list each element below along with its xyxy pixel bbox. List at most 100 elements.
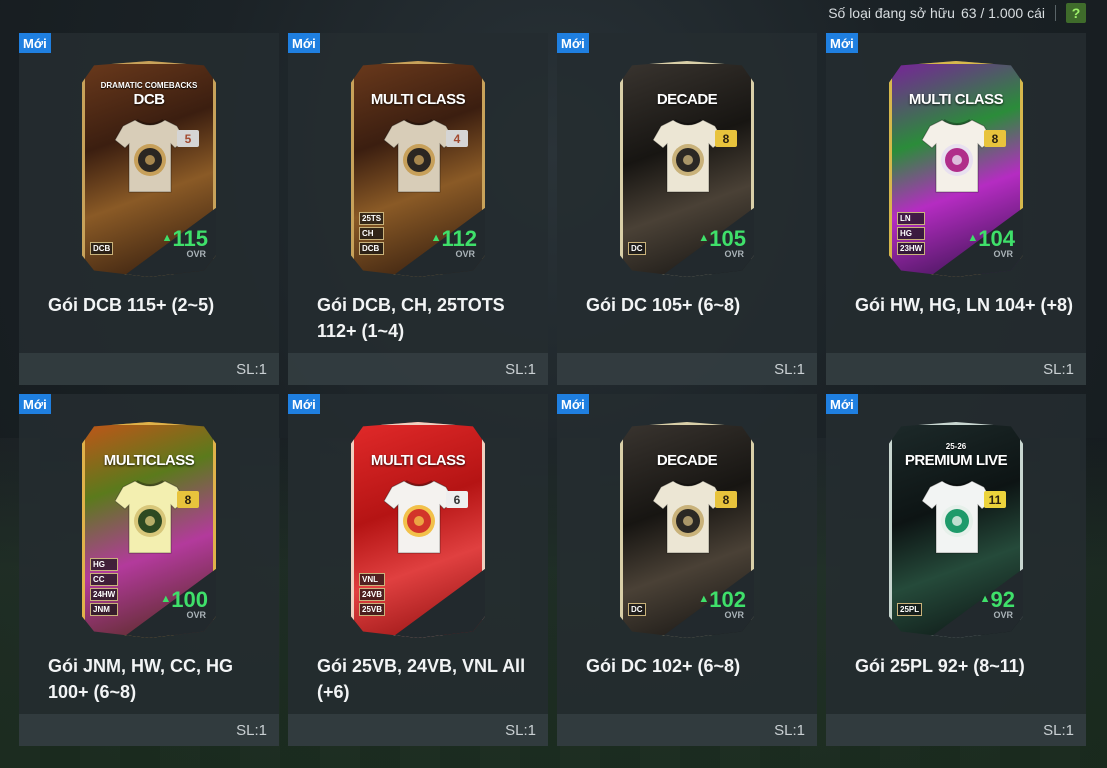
new-badge: Mới [826, 33, 858, 53]
card-corner-shade [391, 568, 485, 638]
card-class-label: DECADE [656, 91, 718, 108]
pack-tile[interactable]: Mới MULTI CLASS 6 VNL24VB25VB ▲ Gói 25VB… [288, 394, 548, 746]
owned-types-label: Số loại đang sở hữu [828, 5, 955, 21]
pack-quantity: SL:1 [1043, 721, 1074, 739]
ovr-label: OVR [724, 610, 744, 620]
tile-footer: SL:1 [557, 714, 817, 746]
divider [1055, 5, 1056, 21]
card-class-label: MULTI CLASS [908, 91, 1004, 108]
pack-title: Gói HW, HG, LN 104+ (+8) [855, 295, 1074, 315]
card-tag: CH [359, 227, 385, 240]
card-tags: DCB [90, 242, 114, 255]
player-card-art: MULTI CLASS 6 VNL24VB25VB ▲ [351, 422, 485, 638]
ovr-number: 104 [978, 226, 1015, 251]
shirt-icon [922, 480, 992, 554]
grade-badge: 8 [715, 491, 737, 508]
inventory-status-bar: Số loại đang sở hữu 63 / 1.000 cái ? [0, 0, 1107, 26]
pack-quantity: SL:1 [505, 360, 536, 378]
shirt-icon [653, 480, 723, 554]
tile-footer: SL:1 [288, 353, 548, 385]
card-tag: 23HW [897, 242, 926, 255]
pack-tile[interactable]: Mới 25-26 PREMIUM LIVE 11 25PL ▲92 OVR G… [826, 394, 1086, 746]
pack-title: Gói DCB 115+ (2~5) [48, 295, 215, 315]
shirt-icon [384, 480, 454, 554]
shirt-icon [115, 119, 185, 193]
tile-footer: SL:1 [19, 714, 279, 746]
tile-footer: SL:1 [19, 353, 279, 385]
new-badge: Mới [826, 394, 858, 414]
up-arrow-icon: ▲ [161, 232, 173, 244]
ovr-number: 92 [990, 587, 1015, 612]
pack-tile[interactable]: Mới MULTI CLASS 4 25TS CH DCB ▲112 OVR Gói… [288, 33, 548, 385]
pack-tile[interactable]: Mới DECADE 8 DC ▲102 OVR Gói DC 102+ (6~… [557, 394, 817, 746]
player-card-art: 25-26 PREMIUM LIVE 11 25PL ▲92 OVR [889, 422, 1023, 638]
card-class-label: MULTI CLASS [370, 452, 466, 469]
pack-quantity: SL:1 [774, 360, 805, 378]
card-class-label: MULTI CLASS [370, 91, 466, 108]
grade-badge: 11 [984, 491, 1006, 508]
ovr-value: ▲104 [967, 226, 1015, 251]
shirt-icon [384, 119, 454, 193]
card-class-label: DCB [133, 91, 166, 108]
ovr-label: OVR [186, 610, 206, 620]
new-badge: Mới [288, 33, 320, 53]
owned-types-count: 63 / 1.000 cái [960, 5, 1045, 21]
card-sublabel: DRAMATIC COMEBACKS [100, 81, 198, 90]
ovr-label: OVR [186, 249, 206, 259]
ovr-label: OVR [993, 249, 1013, 259]
tile-footer: SL:1 [288, 714, 548, 746]
help-button[interactable]: ? [1066, 3, 1086, 23]
new-badge: Mới [19, 33, 51, 53]
up-arrow-icon: ▲ [979, 593, 991, 605]
ovr-label: OVR [455, 249, 475, 259]
card-tags: HG CC 24HW JNM [90, 558, 119, 616]
new-badge: Mới [288, 394, 320, 414]
pack-tile[interactable]: Mới DECADE 8 DC ▲105 OVR Gói DC 105+ (6~… [557, 33, 817, 385]
new-badge: Mới [557, 394, 589, 414]
card-tag: 25TS [359, 212, 385, 225]
card-sublabel: 25-26 [945, 442, 967, 451]
player-card-art: DRAMATIC COMEBACKS DCB 5 DCB ▲115 OVR [82, 61, 216, 277]
new-badge: Mới [19, 394, 51, 414]
ovr-number: 102 [709, 587, 746, 612]
shirt-icon [653, 119, 723, 193]
grade-badge: 6 [446, 491, 468, 508]
pack-grid: Mới DRAMATIC COMEBACKS DCB 5 DCB ▲115 OV… [19, 33, 1086, 746]
card-class-label: DECADE [656, 452, 718, 469]
ovr-value: ▲100 [160, 589, 208, 611]
ovr-value: ▲102 [698, 587, 746, 612]
up-arrow-icon: ▲ [698, 232, 710, 244]
card-tag: 24VB [359, 588, 386, 601]
pack-quantity: SL:1 [774, 721, 805, 739]
card-tag: DC [628, 603, 646, 616]
pack-tile[interactable]: Mới MULTI CLASS 8 LN HG 23HW ▲104 OVR Gói … [826, 33, 1086, 385]
pack-quantity: SL:1 [505, 721, 536, 739]
grade-badge: 8 [177, 491, 199, 508]
player-card-art: DECADE 8 DC ▲102 OVR [620, 422, 754, 638]
card-tag: VNL [359, 573, 386, 586]
card-tag: 25VB [359, 603, 386, 616]
card-tags: VNL 24VB 25VB [359, 573, 386, 616]
card-tag: HG [897, 227, 926, 240]
card-tags: LN HG 23HW [897, 212, 926, 255]
pack-quantity: SL:1 [1043, 360, 1074, 378]
card-tag: JNM [90, 603, 119, 616]
grade-badge: 4 [446, 130, 468, 147]
tile-footer: SL:1 [826, 714, 1086, 746]
card-tags: 25PL [897, 603, 923, 616]
up-arrow-icon: ▲ [160, 593, 172, 605]
player-card-art: MULTI CLASS 8 LN HG 23HW ▲104 OVR [889, 61, 1023, 277]
card-tag: CC [90, 573, 119, 586]
pack-tile[interactable]: Mới DRAMATIC COMEBACKS DCB 5 DCB ▲115 OV… [19, 33, 279, 385]
card-tag: HG [90, 558, 119, 571]
tile-footer: SL:1 [557, 353, 817, 385]
pack-tile[interactable]: Mới MULTICLASS 8 HG CC 24HW JNM ▲100 OVR Gó… [19, 394, 279, 746]
pack-quantity: SL:1 [236, 360, 267, 378]
up-arrow-icon: ▲ [430, 232, 442, 244]
ovr-value: ▲115 [161, 228, 208, 250]
new-badge: Mới [557, 33, 589, 53]
card-tag: DCB [359, 242, 385, 255]
pack-title: Gói DC 105+ (6~8) [586, 295, 741, 315]
ovr-value: ▲92 [979, 587, 1015, 612]
card-tags: DC [628, 242, 646, 255]
